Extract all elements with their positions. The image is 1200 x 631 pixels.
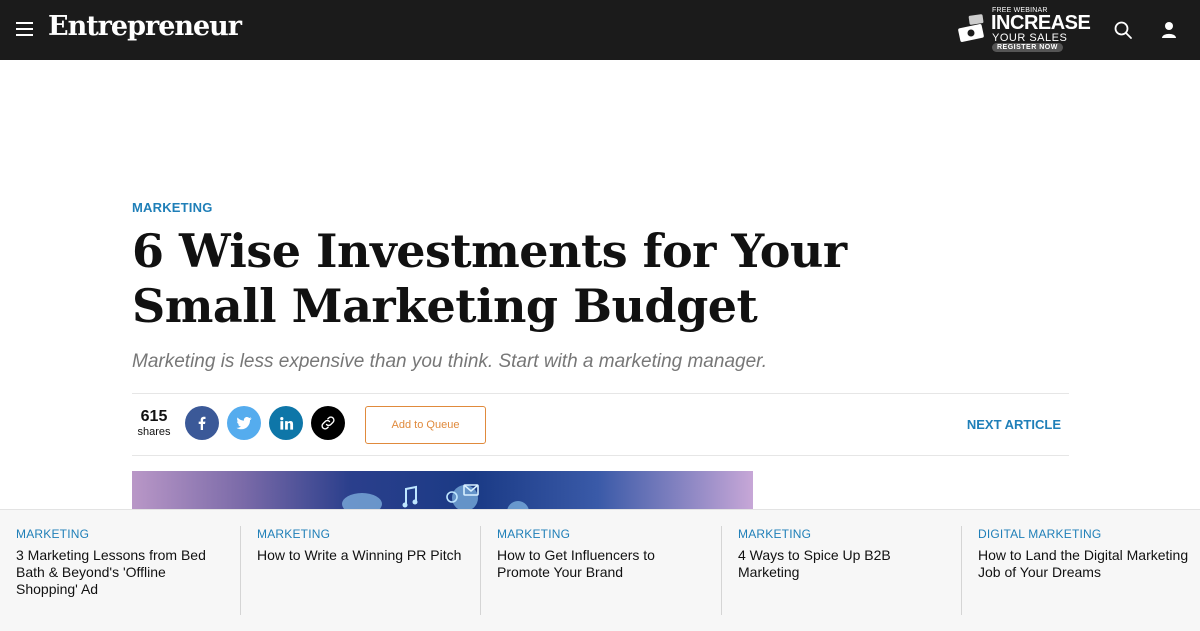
webinar-promo-banner[interactable]: FREE WEBINAR INCREASE YOUR SALES REGISTE…	[957, 6, 1092, 54]
related-article-3[interactable]: MARKETING How to Get Influencers to Prom…	[480, 526, 721, 615]
promo-register-button[interactable]: REGISTER NOW	[992, 43, 1063, 52]
related-article-title[interactable]: How to Write a Winning PR Pitch	[257, 547, 470, 564]
article-subtitle: Marketing is less expensive than you thi…	[132, 351, 768, 372]
related-article-title[interactable]: 3 Marketing Lessons from Bed Bath & Beyo…	[16, 547, 230, 598]
next-article-link[interactable]: NEXT ARTICLE	[967, 417, 1061, 432]
related-article-category[interactable]: MARKETING	[497, 527, 711, 541]
facebook-share-button[interactable]	[185, 406, 219, 440]
related-article-title[interactable]: How to Land the Digital Marketing Job of…	[978, 547, 1190, 581]
related-article-1[interactable]: MARKETING 3 Marketing Lessons from Bed B…	[0, 526, 240, 615]
top-navigation-bar: Entrepreneur FREE WEBINAR INCREASE YOUR …	[0, 0, 1200, 60]
related-article-4[interactable]: MARKETING 4 Ways to Spice Up B2B Marketi…	[721, 526, 961, 615]
share-bar: 615 shares Add to Queue NEXT ARTICLE	[132, 393, 1069, 456]
related-article-title[interactable]: 4 Ways to Spice Up B2B Marketing	[738, 547, 951, 581]
share-count-label: shares	[137, 426, 171, 438]
related-article-title[interactable]: How to Get Influencers to Promote Your B…	[497, 547, 711, 581]
money-icon	[958, 14, 984, 42]
facebook-icon	[198, 416, 206, 430]
copy-link-button[interactable]	[311, 406, 345, 440]
menu-icon[interactable]	[16, 22, 33, 36]
site-logo[interactable]: Entrepreneur	[48, 11, 242, 42]
share-count-number: 615	[140, 408, 168, 425]
related-article-category[interactable]: MARKETING	[257, 527, 470, 541]
related-article-2[interactable]: MARKETING How to Write a Winning PR Pitc…	[240, 526, 480, 615]
related-article-5[interactable]: DIGITAL MARKETING How to Land the Digita…	[961, 526, 1200, 615]
article-title: 6 Wise Investments for Your Small Market…	[132, 224, 847, 333]
share-count: 615 shares	[137, 408, 171, 438]
article-hero-image	[132, 471, 753, 511]
user-icon[interactable]	[1157, 18, 1181, 42]
linkedin-icon	[279, 416, 293, 430]
music-icon	[402, 484, 479, 508]
twitter-icon	[236, 417, 252, 430]
related-articles-strip: MARKETING 3 Marketing Lessons from Bed B…	[0, 509, 1200, 631]
related-article-category[interactable]: MARKETING	[738, 527, 951, 541]
related-article-category[interactable]: DIGITAL MARKETING	[978, 527, 1190, 541]
search-icon[interactable]	[1111, 18, 1135, 42]
twitter-share-button[interactable]	[227, 406, 261, 440]
article-category[interactable]: MARKETING	[132, 200, 213, 215]
add-to-queue-button[interactable]: Add to Queue	[365, 406, 486, 444]
link-icon	[321, 416, 335, 430]
linkedin-share-button[interactable]	[269, 406, 303, 440]
related-article-category[interactable]: MARKETING	[16, 527, 230, 541]
